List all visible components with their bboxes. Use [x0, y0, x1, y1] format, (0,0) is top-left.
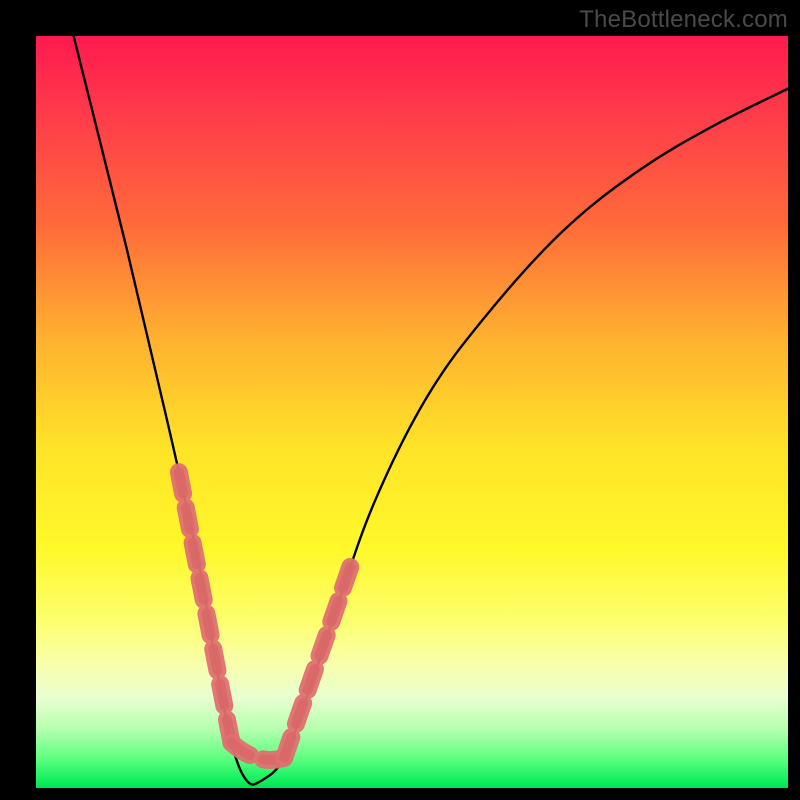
watermark-text: TheBottleneck.com [579, 6, 788, 34]
bead-segment-right-core [284, 562, 352, 758]
plot-area [36, 36, 788, 788]
chart-frame: TheBottleneck.com [0, 0, 800, 800]
plot-svg [36, 36, 788, 788]
bottleneck-curve [74, 36, 788, 785]
